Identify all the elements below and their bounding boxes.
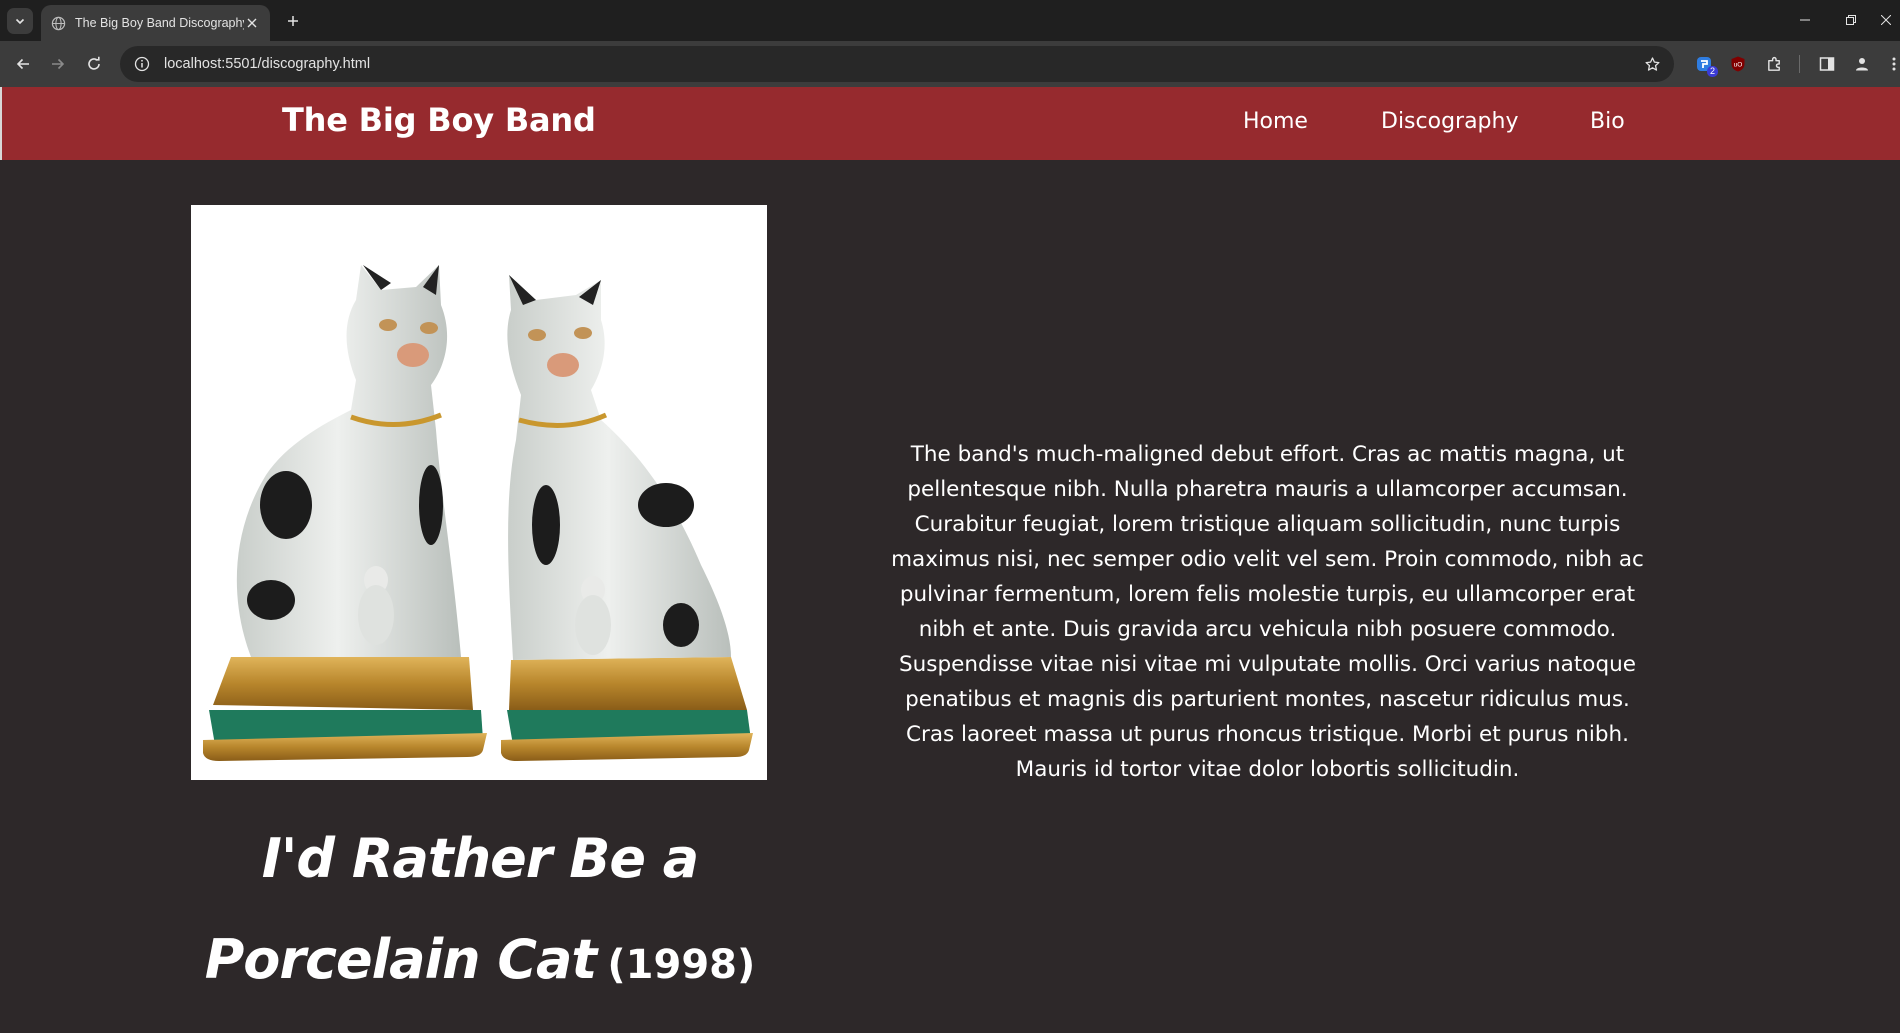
plus-icon bbox=[288, 16, 298, 26]
browser-toolbar: localhost:5501/discography.html 2 uO bbox=[0, 41, 1900, 87]
album-title-line2: Porcelain Cat bbox=[204, 928, 598, 991]
nav-link-discography[interactable]: Discography bbox=[1381, 109, 1519, 134]
profile-icon bbox=[1856, 58, 1868, 71]
chevron-down-icon bbox=[15, 18, 25, 25]
browser-tab-active[interactable]: The Big Boy Band Discography bbox=[41, 5, 270, 41]
extensions-menu-button[interactable] bbox=[1762, 52, 1786, 76]
right-cat-figurine bbox=[501, 275, 753, 761]
album-description: The band's much-maligned debut effort. C… bbox=[891, 442, 1644, 782]
url-text[interactable]: localhost:5501/discography.html bbox=[164, 56, 370, 72]
site-info-icon[interactable] bbox=[130, 52, 154, 76]
site-brand[interactable]: The Big Boy Band bbox=[282, 101, 596, 139]
ublock-label: uO bbox=[1734, 62, 1743, 69]
kebab-menu-icon bbox=[1892, 57, 1896, 71]
extension-button[interactable]: 2 bbox=[1692, 52, 1718, 77]
minimize-window-button[interactable] bbox=[1791, 8, 1819, 32]
address-bar[interactable]: localhost:5501/discography.html bbox=[120, 46, 1674, 82]
album-cover-image bbox=[191, 205, 767, 780]
toolbar-divider bbox=[1799, 55, 1800, 73]
porcelain-cats-image bbox=[203, 265, 753, 761]
minimize-icon bbox=[1800, 19, 1810, 21]
forward-button[interactable] bbox=[46, 52, 70, 76]
ublock-shield-icon: uO bbox=[1731, 56, 1745, 72]
puzzle-icon bbox=[1767, 56, 1780, 71]
new-tab-button[interactable] bbox=[282, 10, 304, 32]
arrow-right-icon bbox=[52, 58, 65, 70]
album-title-line1: I'd Rather Be a bbox=[261, 827, 699, 890]
browser-tabstrip: The Big Boy Band Discography bbox=[0, 0, 1900, 41]
restore-icon bbox=[1846, 15, 1856, 25]
close-icon bbox=[1881, 15, 1891, 25]
close-window-button[interactable] bbox=[1872, 8, 1900, 32]
left-cat-figurine bbox=[203, 265, 487, 761]
side-panel-icon bbox=[1819, 57, 1835, 71]
profile-button[interactable] bbox=[1850, 52, 1874, 76]
page-viewport: The Big Boy Band Home Discography Bio I'… bbox=[0, 87, 1900, 1033]
extension-badge: 2 bbox=[1706, 66, 1718, 77]
reload-icon bbox=[88, 56, 100, 70]
nav-link-bio[interactable]: Bio bbox=[1590, 109, 1625, 134]
globe-icon bbox=[51, 16, 66, 31]
nav-link-home[interactable]: Home bbox=[1243, 109, 1308, 134]
album-title: I'd Rather Be a Porcelain Cat (1998) bbox=[170, 812, 790, 1014]
tab-search-button[interactable] bbox=[7, 8, 33, 34]
back-button[interactable] bbox=[11, 52, 35, 76]
site-header: The Big Boy Band Home Discography Bio bbox=[0, 87, 1900, 160]
bookmark-star-icon[interactable] bbox=[1640, 52, 1664, 76]
ublock-button[interactable]: uO bbox=[1726, 52, 1750, 76]
tab-title: The Big Boy Band Discography bbox=[75, 16, 244, 30]
arrow-left-icon bbox=[16, 58, 29, 70]
browser-menu-button[interactable] bbox=[1882, 52, 1900, 76]
reload-button[interactable] bbox=[82, 52, 106, 76]
close-tab-icon[interactable] bbox=[244, 15, 260, 31]
restore-window-button[interactable] bbox=[1837, 8, 1865, 32]
side-panel-button[interactable] bbox=[1815, 52, 1839, 76]
album-year: (1998) bbox=[607, 942, 756, 988]
